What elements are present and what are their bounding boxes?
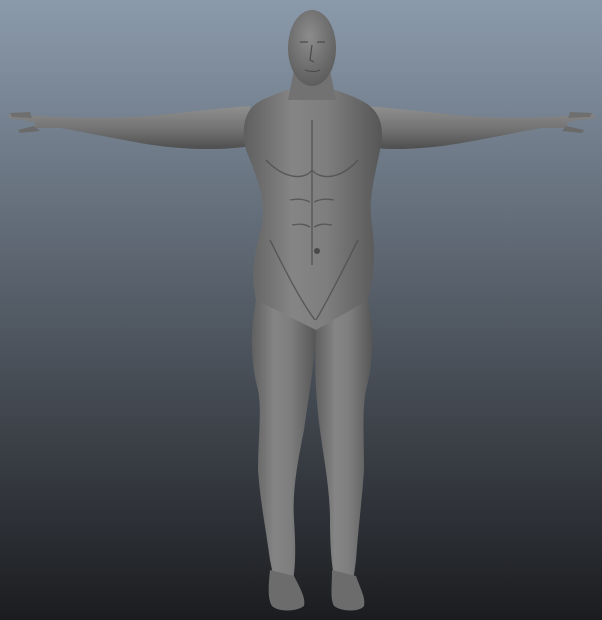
3d-viewport[interactable]	[0, 0, 602, 620]
right-leg	[315, 300, 373, 592]
left-leg	[251, 300, 316, 592]
t-pose-male-model[interactable]	[0, 0, 602, 620]
navel	[314, 248, 320, 254]
torso	[243, 86, 382, 330]
left-arm	[8, 106, 250, 149]
right-arm	[365, 106, 596, 149]
left-foot	[268, 570, 305, 611]
right-foot	[331, 570, 365, 611]
